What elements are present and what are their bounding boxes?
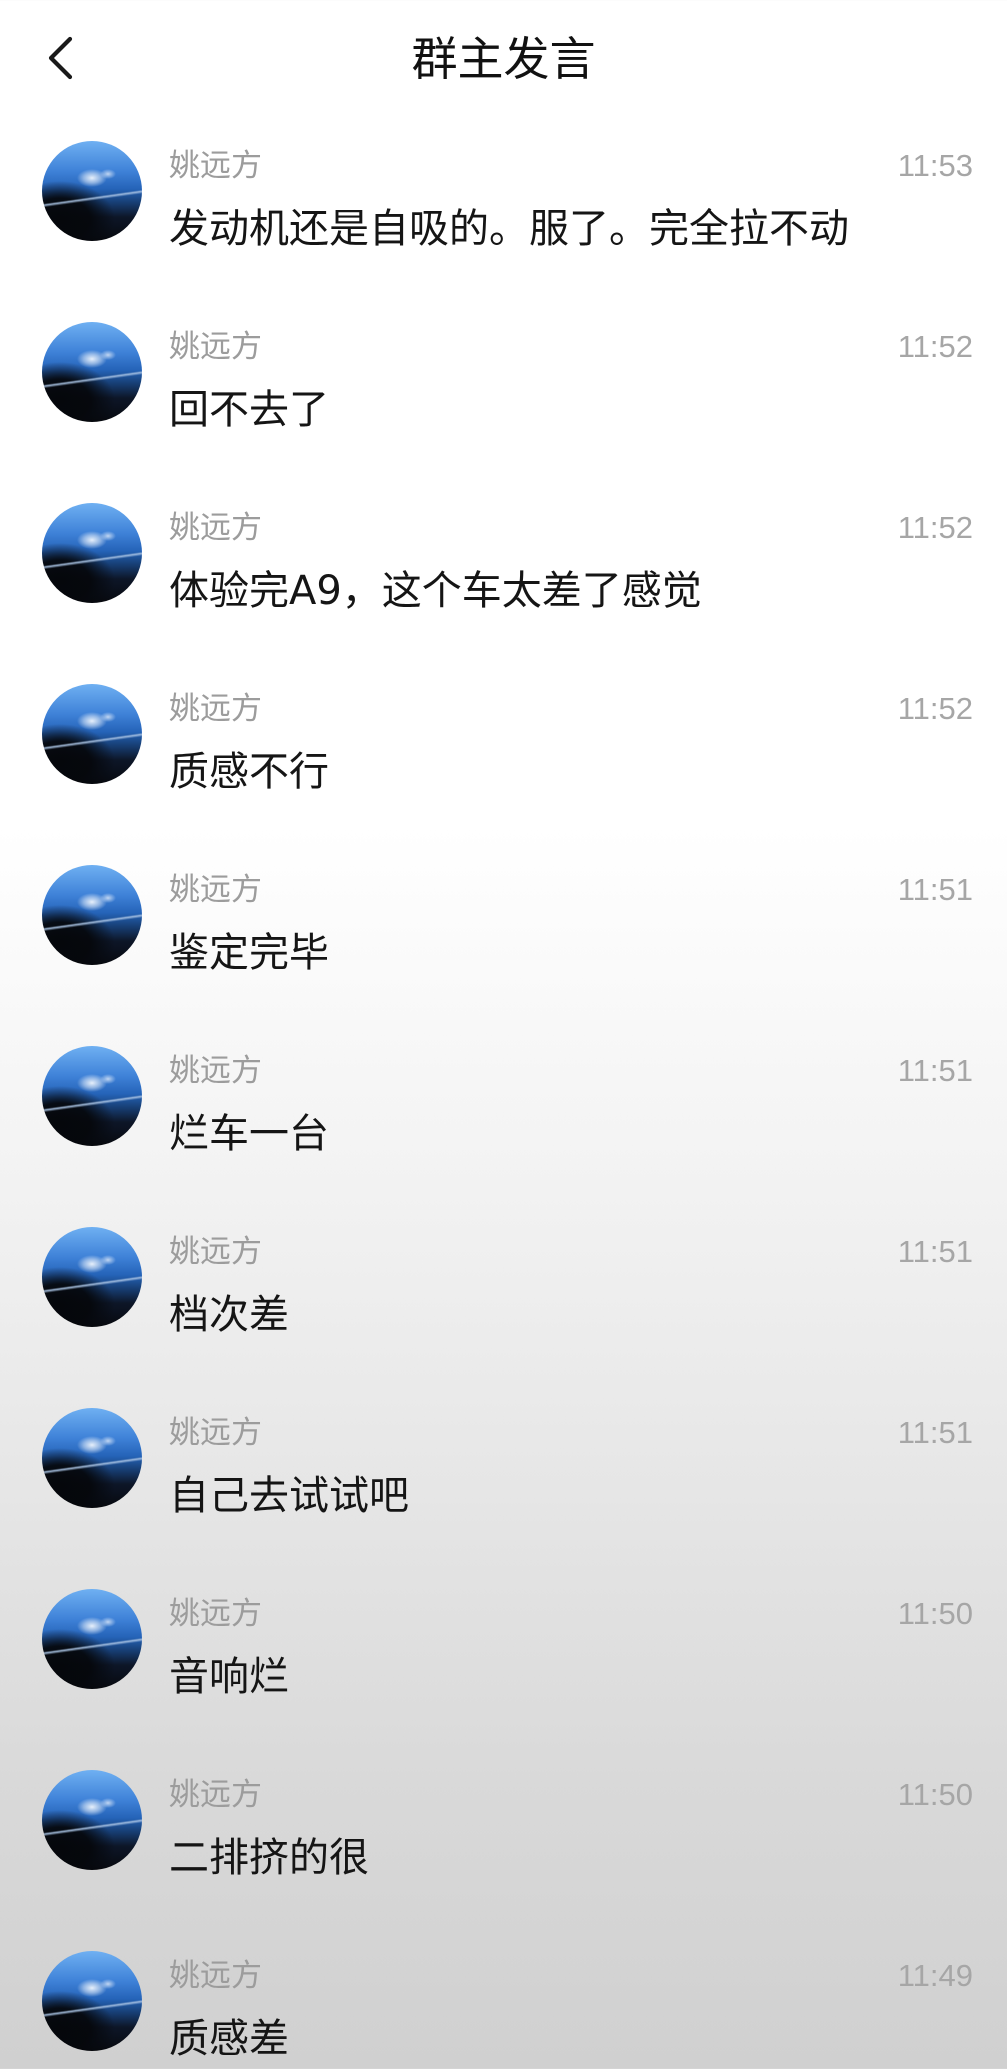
sender-name: 姚远方: [169, 691, 262, 727]
avatar[interactable]: [42, 1951, 142, 2051]
sender-name: 姚远方: [169, 329, 262, 365]
message-text: 质感差: [169, 2016, 289, 2062]
message-time: 11:50: [897, 1777, 973, 1812]
message-text: 发动机还是自吸的。服了。完全拉不动: [169, 206, 849, 252]
avatar[interactable]: [42, 141, 142, 241]
avatar[interactable]: [42, 684, 142, 784]
sender-name: 姚远方: [169, 1596, 262, 1632]
message-row[interactable]: 姚远方 11:49 质感差: [0, 1910, 1007, 2069]
message-time: 11:53: [897, 148, 973, 183]
message-time: 11:52: [897, 510, 973, 545]
sender-name: 姚远方: [169, 1958, 262, 1994]
avatar[interactable]: [42, 503, 142, 603]
sender-name: 姚远方: [169, 510, 262, 546]
message-text: 鉴定完毕: [169, 930, 329, 976]
sender-name: 姚远方: [169, 148, 262, 184]
message-text: 回不去了: [169, 387, 329, 433]
avatar[interactable]: [42, 322, 142, 422]
message-time: 11:52: [897, 329, 973, 364]
message-text: 质感不行: [169, 749, 329, 795]
message-list: 姚远方 11:53 发动机还是自吸的。服了。完全拉不动 姚远方 11:52 回不…: [0, 100, 1007, 2069]
avatar[interactable]: [42, 865, 142, 965]
sender-name: 姚远方: [169, 1053, 262, 1089]
message-text: 档次差: [169, 1292, 289, 1338]
message-time: 11:50: [897, 1596, 973, 1631]
message-row[interactable]: 姚远方 11:50 音响烂: [0, 1548, 1007, 1729]
sender-name: 姚远方: [169, 1234, 262, 1270]
message-text: 烂车一台: [169, 1111, 329, 1157]
message-row[interactable]: 姚远方 11:51 烂车一台: [0, 1005, 1007, 1186]
message-text: 二排挤的很: [169, 1835, 369, 1881]
message-row[interactable]: 姚远方 11:50 二排挤的很: [0, 1729, 1007, 1910]
message-time: 11:51: [897, 1415, 973, 1450]
avatar[interactable]: [42, 1770, 142, 1870]
message-row[interactable]: 姚远方 11:53 发动机还是自吸的。服了。完全拉不动: [0, 100, 1007, 281]
message-text: 体验完A9，这个车太差了感觉: [169, 568, 702, 614]
sender-name: 姚远方: [169, 872, 262, 908]
message-text: 自己去试试吧: [169, 1473, 409, 1519]
message-time: 11:52: [897, 691, 973, 726]
avatar[interactable]: [42, 1408, 142, 1508]
message-row[interactable]: 姚远方 11:52 回不去了: [0, 281, 1007, 462]
avatar[interactable]: [42, 1589, 142, 1689]
page-title: 群主发言: [411, 32, 596, 86]
message-row[interactable]: 姚远方 11:51 自己去试试吧: [0, 1367, 1007, 1548]
message-text: 音响烂: [169, 1654, 289, 1700]
sender-name: 姚远方: [169, 1415, 262, 1451]
message-time: 11:51: [897, 1053, 973, 1088]
message-time: 11:49: [897, 1958, 973, 1993]
message-row[interactable]: 姚远方 11:52 质感不行: [0, 643, 1007, 824]
avatar[interactable]: [42, 1227, 142, 1327]
message-row[interactable]: 姚远方 11:51 鉴定完毕: [0, 824, 1007, 1005]
message-row[interactable]: 姚远方 11:51 档次差: [0, 1186, 1007, 1367]
message-row[interactable]: 姚远方 11:52 体验完A9，这个车太差了感觉: [0, 462, 1007, 643]
message-time: 11:51: [897, 872, 973, 907]
message-time: 11:51: [897, 1234, 973, 1269]
avatar[interactable]: [42, 1046, 142, 1146]
sender-name: 姚远方: [169, 1777, 262, 1813]
header: 群主发言: [0, 0, 1007, 100]
